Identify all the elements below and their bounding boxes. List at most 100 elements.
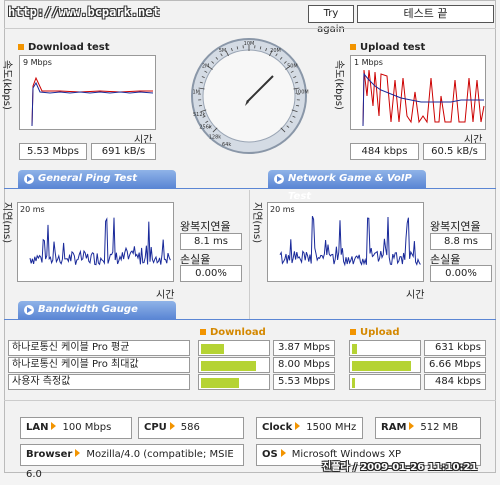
gauge-tick-label: 64k bbox=[222, 142, 231, 148]
upload-line-blue bbox=[363, 74, 484, 126]
upload-bar-fill bbox=[352, 344, 357, 354]
download-test-label: Download test bbox=[28, 42, 110, 53]
download-speed-mbps: 5.53 Mbps bbox=[19, 143, 87, 160]
download-bar bbox=[198, 357, 270, 373]
tab-ping-label: General Ping Test bbox=[38, 173, 137, 184]
clock-label: Clock bbox=[262, 422, 292, 433]
site-url: http://www.bcpark.net bbox=[8, 5, 160, 19]
cpu-label: CPU bbox=[144, 422, 167, 433]
browser-label: Browser bbox=[26, 449, 72, 460]
speed-gauge: 512k1M2M5M10M20M50M100M256k128k64k bbox=[189, 36, 309, 156]
arrow-right-icon bbox=[24, 174, 34, 184]
gauge-tick-label: 50M bbox=[287, 64, 298, 70]
arrow-right-icon bbox=[75, 449, 80, 457]
bullet-icon bbox=[18, 44, 24, 50]
upload-line-red bbox=[363, 70, 484, 126]
ram-value: 512 MB bbox=[420, 422, 458, 433]
download-line-blue bbox=[32, 83, 153, 126]
ping-right-rtt-value: 8.8 ms bbox=[430, 233, 492, 250]
gauge-tick-label: 20M bbox=[270, 48, 281, 54]
download-value: 5.53 Mbps bbox=[273, 374, 335, 390]
ping-left-xlabel: 시간 bbox=[156, 286, 174, 301]
ping-right-xlabel: 시간 bbox=[406, 286, 424, 301]
table-row-name: 사용자 측정값 bbox=[8, 374, 190, 390]
upload-test-label: Upload test bbox=[360, 42, 425, 53]
system-clock: Clock 1500 MHz bbox=[256, 417, 363, 439]
divider bbox=[4, 400, 496, 401]
ping-right-scale: 20 ms bbox=[270, 205, 295, 214]
cpu-value: 586 bbox=[181, 422, 200, 433]
lan-label: LAN bbox=[26, 422, 48, 433]
table-row-name: 하나로통신 케이블 Pro 평균 bbox=[8, 340, 190, 356]
tab-bandwidth-label: Bandwidth Gauge bbox=[38, 304, 138, 315]
system-browser: BrowserMozilla/4.0 (compatible; MSIE 6.0 bbox=[20, 444, 244, 466]
bullet-icon bbox=[350, 44, 356, 50]
lan-value: 100 Mbps bbox=[62, 422, 111, 433]
bullet-icon bbox=[350, 329, 356, 335]
download-speed-kbs: 691 kB/s bbox=[91, 143, 156, 160]
ping-right-ylabel: 지연(ms) bbox=[251, 202, 266, 243]
gauge-tick-label: 10M bbox=[244, 41, 255, 47]
ping-left-graph bbox=[17, 202, 174, 282]
arrow-right-icon bbox=[409, 422, 414, 430]
test-status-display: 테스트 끝 bbox=[357, 5, 494, 23]
download-ylabel: 속도(kbps) bbox=[1, 60, 16, 110]
clock-value: 1500 MHz bbox=[306, 422, 356, 433]
tab-general-ping-test[interactable]: General Ping Test bbox=[18, 170, 176, 188]
upload-bar bbox=[349, 374, 421, 390]
upload-scale: 1 Mbps bbox=[354, 58, 383, 67]
upload-bar bbox=[349, 357, 421, 373]
tab-divider bbox=[4, 319, 496, 320]
ping-right-line bbox=[280, 216, 420, 265]
vertical-divider bbox=[249, 190, 250, 320]
arrow-right-icon bbox=[24, 305, 34, 315]
tab-bandwidth-gauge[interactable]: Bandwidth Gauge bbox=[18, 301, 176, 319]
ping-left-loss-value: 0.00% bbox=[180, 265, 242, 282]
download-bar-fill bbox=[201, 361, 256, 371]
ping-right-svg bbox=[268, 203, 423, 281]
ping-right-loss-value: 0.00% bbox=[430, 265, 492, 282]
upload-value: 6.66 Mbps bbox=[424, 357, 486, 373]
ram-label: RAM bbox=[381, 422, 406, 433]
arrow-right-icon bbox=[274, 174, 284, 184]
bandwidth-download-label: Download bbox=[210, 327, 266, 338]
download-scale: 9 Mbps bbox=[23, 58, 52, 67]
gauge-tick-label: 5M bbox=[219, 48, 227, 54]
tab-network-game-voip-test[interactable]: Network Game & VoIP Test bbox=[268, 170, 426, 188]
tab-divider bbox=[4, 188, 496, 189]
download-value: 8.00 Mbps bbox=[273, 357, 335, 373]
os-label: OS bbox=[262, 449, 278, 460]
upload-bar-fill bbox=[352, 378, 355, 388]
try-again-button[interactable]: Try again bbox=[308, 5, 354, 23]
system-cpu: CPU 586 bbox=[138, 417, 244, 439]
download-test-title: Download test bbox=[18, 42, 110, 53]
upload-value: 484 kbps bbox=[424, 374, 486, 390]
download-bar-fill bbox=[201, 344, 224, 354]
arrow-right-icon bbox=[170, 422, 175, 430]
system-ram: RAM 512 MB bbox=[375, 417, 481, 439]
gauge-tick-label: 1M bbox=[192, 89, 200, 95]
download-line-red bbox=[32, 78, 153, 126]
download-bar-fill bbox=[201, 378, 239, 388]
gauge-tick-label: 512k bbox=[193, 112, 206, 118]
gauge-tick-label: 2M bbox=[202, 64, 210, 70]
arrow-right-icon bbox=[281, 449, 286, 457]
ping-left-scale: 20 ms bbox=[20, 205, 45, 214]
arrow-right-icon bbox=[295, 422, 300, 430]
ping-left-rtt-label: 왕복지연율 bbox=[180, 218, 231, 234]
table-row-name: 하나로통신 케이블 Pro 최대값 bbox=[8, 357, 190, 373]
gauge-tick-label: 100M bbox=[295, 89, 309, 95]
upload-ylabel: 속도(kbps) bbox=[333, 60, 348, 110]
download-value: 3.87 Mbps bbox=[273, 340, 335, 356]
download-bar bbox=[198, 374, 270, 390]
upload-speed-kbs: 60.5 kB/s bbox=[423, 143, 486, 160]
bandwidth-upload-label: Upload bbox=[360, 327, 399, 338]
upload-test-title: Upload test bbox=[350, 42, 425, 53]
gauge-svg: 512k1M2M5M10M20M50M100M256k128k64k bbox=[189, 36, 309, 156]
upload-bar-fill bbox=[352, 361, 411, 371]
ping-left-rtt-value: 8.1 ms bbox=[180, 233, 242, 250]
ping-right-rtt-label: 왕복지연율 bbox=[430, 218, 481, 234]
bandwidth-upload-header: Upload bbox=[350, 327, 399, 338]
upload-speed-kbps: 484 kbps bbox=[350, 143, 419, 160]
download-bar bbox=[198, 340, 270, 356]
